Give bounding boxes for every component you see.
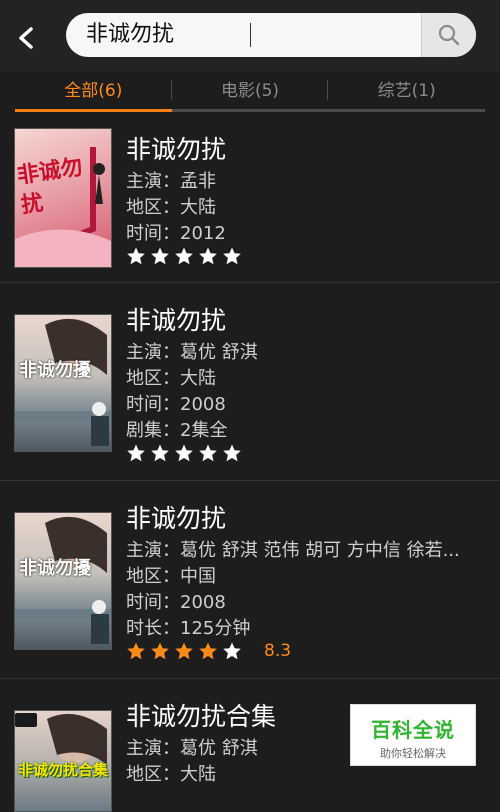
watermark-subtitle: 助你轻松解决 [380,747,446,760]
starring-text: 主演：葛优 舒淇 [126,738,258,759]
region-text: 地区：大陆 [126,197,216,218]
star-icon [199,642,217,660]
item-title: 非诚勿扰 [126,306,227,335]
poster-art [15,318,111,446]
poster-image: 非诚勿扰合集 [14,710,112,812]
back-button[interactable] [8,20,44,56]
region-text: 地区：中国 [126,566,216,587]
star-icon [223,642,241,660]
watermark-logo: 百科全说 助你轻松解决 [350,704,476,766]
poster-image: 非诚勿擾 [14,314,112,452]
poster-title-text: 非诚勿扰 [15,154,85,219]
item-title: 非诚勿扰 [126,504,227,533]
item-title: 非诚勿扰 [126,135,227,164]
tab-variety[interactable]: 综艺(1) [328,72,485,112]
tab-movies[interactable]: 电影(5) [172,72,329,112]
poster-image: 非诚勿擾 [14,512,112,650]
star-rating [126,246,242,266]
tab-all[interactable]: 全部(6) [15,72,172,112]
results-list: 非诚勿扰 非诚勿扰 主演：孟非 地区：大陆 时间：2012 非诚勿擾 非诚勿扰 … [0,112,500,812]
star-icon [151,444,169,462]
star-rating: 8.3 [126,641,291,661]
year-text: 时间：2012 [126,223,226,244]
search-input[interactable] [86,13,386,57]
region-text: 地区：大陆 [126,764,216,785]
item-title: 非诚勿扰合集 [126,702,277,731]
list-item[interactable]: 非诚勿擾 非诚勿扰 主演：葛优 舒淇 地区：大陆 时间：2008 剧集：2集全 [0,283,500,481]
poster-title-text: 非诚勿擾 [19,558,91,579]
list-item[interactable]: 非诚勿擾 非诚勿扰 主演：葛优 舒淇 范伟 胡可 方中信 徐若... 地区：中国… [0,481,500,679]
star-icon [175,247,193,265]
star-icon [175,444,193,462]
watermark-title: 百科全说 [371,718,455,742]
star-icon [151,247,169,265]
star-icon [127,247,145,265]
top-bar [0,0,500,72]
poster-title-text: 非诚勿扰合集 [17,761,108,779]
year-text: 时间：2008 [126,394,226,415]
back-arrow-icon [19,27,33,49]
poster-image: 非诚勿扰 [14,128,112,268]
poster-art [15,516,111,644]
star-icon [199,247,217,265]
search-icon [438,24,460,46]
starring-text: 主演：孟非 [126,171,216,192]
star-icon [223,247,241,265]
starring-text: 主演：葛优 舒淇 范伟 胡可 方中信 徐若... [126,540,460,561]
star-icon [175,642,193,660]
text-caret [250,23,251,47]
year-text: 时间：2008 [126,592,226,613]
starring-text: 主演：葛优 舒淇 [126,342,258,363]
category-tabs: 全部(6) 电影(5) 综艺(1) [15,72,485,112]
rating-score: 8.3 [264,641,292,661]
region-text: 地区：大陆 [126,368,216,389]
star-icon [151,642,169,660]
star-icon [223,444,241,462]
poster-title-text: 非诚勿擾 [19,360,91,381]
star-icon [127,642,145,660]
star-icon [199,444,217,462]
list-item[interactable]: 非诚勿扰 非诚勿扰 主演：孟非 地区：大陆 时间：2012 [0,112,500,283]
search-box [66,13,476,57]
star-rating [126,443,242,463]
episodes-text: 剧集：2集全 [126,420,228,441]
duration-text: 时长：125分钟 [126,618,251,639]
search-button[interactable] [421,13,476,57]
star-icon [127,444,145,462]
